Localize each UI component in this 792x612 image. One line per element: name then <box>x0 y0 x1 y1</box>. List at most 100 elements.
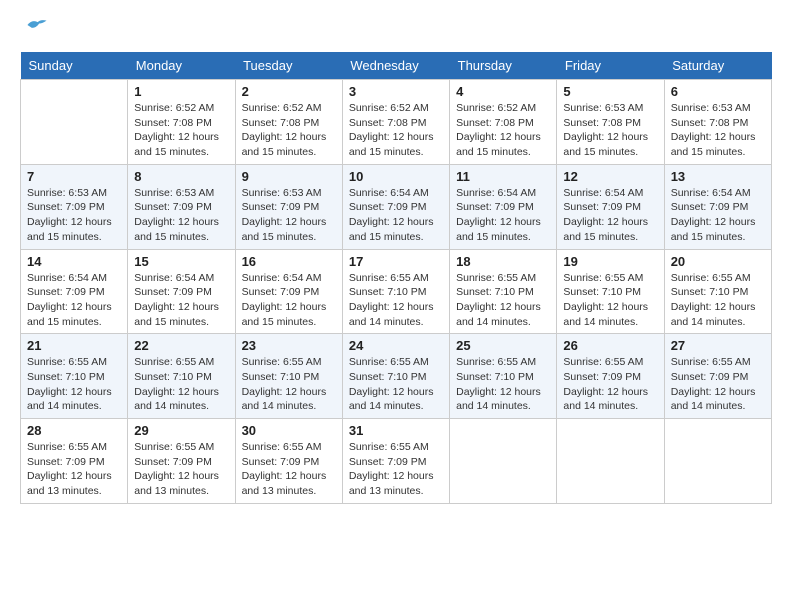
day-number: 5 <box>563 84 657 99</box>
day-number: 12 <box>563 169 657 184</box>
day-number: 21 <box>27 338 121 353</box>
day-number: 13 <box>671 169 765 184</box>
day-number: 31 <box>349 423 443 438</box>
calendar-cell: 29 Sunrise: 6:55 AMSunset: 7:09 PMDayligh… <box>128 419 235 504</box>
day-info: Sunrise: 6:55 AMSunset: 7:09 PMDaylight:… <box>349 440 443 499</box>
day-info: Sunrise: 6:55 AMSunset: 7:09 PMDaylight:… <box>242 440 336 499</box>
day-number: 22 <box>134 338 228 353</box>
day-info: Sunrise: 6:55 AMSunset: 7:10 PMDaylight:… <box>349 271 443 330</box>
calendar-cell: 13 Sunrise: 6:54 AMSunset: 7:09 PMDayligh… <box>664 164 771 249</box>
calendar-cell: 7 Sunrise: 6:53 AMSunset: 7:09 PMDaylight… <box>21 164 128 249</box>
day-info: Sunrise: 6:52 AMSunset: 7:08 PMDaylight:… <box>349 101 443 160</box>
calendar-table: SundayMondayTuesdayWednesdayThursdayFrid… <box>20 52 772 504</box>
day-number: 18 <box>456 254 550 269</box>
day-number: 28 <box>27 423 121 438</box>
day-number: 27 <box>671 338 765 353</box>
calendar-cell: 9 Sunrise: 6:53 AMSunset: 7:09 PMDaylight… <box>235 164 342 249</box>
day-number: 19 <box>563 254 657 269</box>
day-info: Sunrise: 6:55 AMSunset: 7:10 PMDaylight:… <box>27 355 121 414</box>
day-info: Sunrise: 6:54 AMSunset: 7:09 PMDaylight:… <box>27 271 121 330</box>
day-number: 1 <box>134 84 228 99</box>
calendar-week-row: 7 Sunrise: 6:53 AMSunset: 7:09 PMDaylight… <box>21 164 772 249</box>
weekday-header-saturday: Saturday <box>664 52 771 80</box>
day-number: 24 <box>349 338 443 353</box>
day-info: Sunrise: 6:55 AMSunset: 7:10 PMDaylight:… <box>563 271 657 330</box>
day-info: Sunrise: 6:52 AMSunset: 7:08 PMDaylight:… <box>242 101 336 160</box>
day-info: Sunrise: 6:55 AMSunset: 7:10 PMDaylight:… <box>134 355 228 414</box>
calendar-cell: 11 Sunrise: 6:54 AMSunset: 7:09 PMDayligh… <box>450 164 557 249</box>
calendar-cell: 24 Sunrise: 6:55 AMSunset: 7:10 PMDayligh… <box>342 334 449 419</box>
calendar-cell: 26Sunrise: 6:55 AMSunset: 7:09 PMDayligh… <box>557 334 664 419</box>
day-info: Sunrise: 6:54 AMSunset: 7:09 PMDaylight:… <box>349 186 443 245</box>
weekday-header-tuesday: Tuesday <box>235 52 342 80</box>
calendar-cell: 18 Sunrise: 6:55 AMSunset: 7:10 PMDayligh… <box>450 249 557 334</box>
calendar-cell: 23Sunrise: 6:55 AMSunset: 7:10 PMDayligh… <box>235 334 342 419</box>
weekday-header-sunday: Sunday <box>21 52 128 80</box>
day-number: 3 <box>349 84 443 99</box>
day-info: Sunrise: 6:55 AMSunset: 7:10 PMDaylight:… <box>456 355 550 414</box>
calendar-cell: 12 Sunrise: 6:54 AMSunset: 7:09 PMDayligh… <box>557 164 664 249</box>
calendar-cell: 21 Sunrise: 6:55 AMSunset: 7:10 PMDayligh… <box>21 334 128 419</box>
day-info: Sunrise: 6:53 AMSunset: 7:08 PMDaylight:… <box>671 101 765 160</box>
day-number: 4 <box>456 84 550 99</box>
calendar-week-row: 1 Sunrise: 6:52 AMSunset: 7:08 PMDaylight… <box>21 80 772 165</box>
day-number: 11 <box>456 169 550 184</box>
day-number: 10 <box>349 169 443 184</box>
day-info: Sunrise: 6:55 AMSunset: 7:09 PMDaylight:… <box>27 440 121 499</box>
day-info: Sunrise: 6:53 AMSunset: 7:09 PMDaylight:… <box>242 186 336 245</box>
day-number: 9 <box>242 169 336 184</box>
calendar-cell: 31 Sunrise: 6:55 AMSunset: 7:09 PMDayligh… <box>342 419 449 504</box>
day-number: 2 <box>242 84 336 99</box>
day-info: Sunrise: 6:55 AMSunset: 7:09 PMDaylight:… <box>134 440 228 499</box>
day-info: Sunrise: 6:55 AMSunset: 7:09 PMDaylight:… <box>671 355 765 414</box>
day-info: Sunrise: 6:53 AMSunset: 7:09 PMDaylight:… <box>134 186 228 245</box>
page-header <box>20 20 772 36</box>
day-info: Sunrise: 6:52 AMSunset: 7:08 PMDaylight:… <box>134 101 228 160</box>
day-number: 25 <box>456 338 550 353</box>
calendar-cell: 15Sunrise: 6:54 AMSunset: 7:09 PMDayligh… <box>128 249 235 334</box>
day-info: Sunrise: 6:54 AMSunset: 7:09 PMDaylight:… <box>671 186 765 245</box>
logo <box>20 20 48 36</box>
day-info: Sunrise: 6:53 AMSunset: 7:09 PMDaylight:… <box>27 186 121 245</box>
day-info: Sunrise: 6:55 AMSunset: 7:10 PMDaylight:… <box>456 271 550 330</box>
day-number: 7 <box>27 169 121 184</box>
calendar-cell: 22 Sunrise: 6:55 AMSunset: 7:10 PMDayligh… <box>128 334 235 419</box>
day-info: Sunrise: 6:54 AMSunset: 7:09 PMDaylight:… <box>563 186 657 245</box>
calendar-cell: 17 Sunrise: 6:55 AMSunset: 7:10 PMDayligh… <box>342 249 449 334</box>
day-info: Sunrise: 6:55 AMSunset: 7:10 PMDaylight:… <box>671 271 765 330</box>
calendar-cell <box>450 419 557 504</box>
day-number: 26 <box>563 338 657 353</box>
weekday-header-wednesday: Wednesday <box>342 52 449 80</box>
logo-bird-icon <box>26 14 48 36</box>
day-info: Sunrise: 6:54 AMSunset: 7:09 PMDaylight:… <box>456 186 550 245</box>
day-number: 20 <box>671 254 765 269</box>
weekday-header-friday: Friday <box>557 52 664 80</box>
calendar-cell <box>21 80 128 165</box>
calendar-cell: 5Sunrise: 6:53 AMSunset: 7:08 PMDaylight… <box>557 80 664 165</box>
calendar-cell: 10 Sunrise: 6:54 AMSunset: 7:09 PMDayligh… <box>342 164 449 249</box>
day-number: 17 <box>349 254 443 269</box>
day-number: 6 <box>671 84 765 99</box>
day-number: 29 <box>134 423 228 438</box>
day-info: Sunrise: 6:55 AMSunset: 7:10 PMDaylight:… <box>349 355 443 414</box>
calendar-week-row: 28 Sunrise: 6:55 AMSunset: 7:09 PMDayligh… <box>21 419 772 504</box>
day-info: Sunrise: 6:52 AMSunset: 7:08 PMDaylight:… <box>456 101 550 160</box>
day-number: 16 <box>242 254 336 269</box>
calendar-cell: 27 Sunrise: 6:55 AMSunset: 7:09 PMDayligh… <box>664 334 771 419</box>
day-info: Sunrise: 6:54 AMSunset: 7:09 PMDaylight:… <box>242 271 336 330</box>
calendar-cell: 3 Sunrise: 6:52 AMSunset: 7:08 PMDaylight… <box>342 80 449 165</box>
calendar-cell: 30 Sunrise: 6:55 AMSunset: 7:09 PMDayligh… <box>235 419 342 504</box>
calendar-cell <box>664 419 771 504</box>
calendar-cell: 28 Sunrise: 6:55 AMSunset: 7:09 PMDayligh… <box>21 419 128 504</box>
day-number: 30 <box>242 423 336 438</box>
day-number: 14 <box>27 254 121 269</box>
calendar-cell: 25 Sunrise: 6:55 AMSunset: 7:10 PMDayligh… <box>450 334 557 419</box>
weekday-header-row: SundayMondayTuesdayWednesdayThursdayFrid… <box>21 52 772 80</box>
calendar-cell: 19 Sunrise: 6:55 AMSunset: 7:10 PMDayligh… <box>557 249 664 334</box>
day-number: 15 <box>134 254 228 269</box>
weekday-header-monday: Monday <box>128 52 235 80</box>
calendar-week-row: 21 Sunrise: 6:55 AMSunset: 7:10 PMDayligh… <box>21 334 772 419</box>
day-info: Sunrise: 6:55 AMSunset: 7:10 PMDaylight:… <box>242 355 336 414</box>
weekday-header-thursday: Thursday <box>450 52 557 80</box>
calendar-cell <box>557 419 664 504</box>
